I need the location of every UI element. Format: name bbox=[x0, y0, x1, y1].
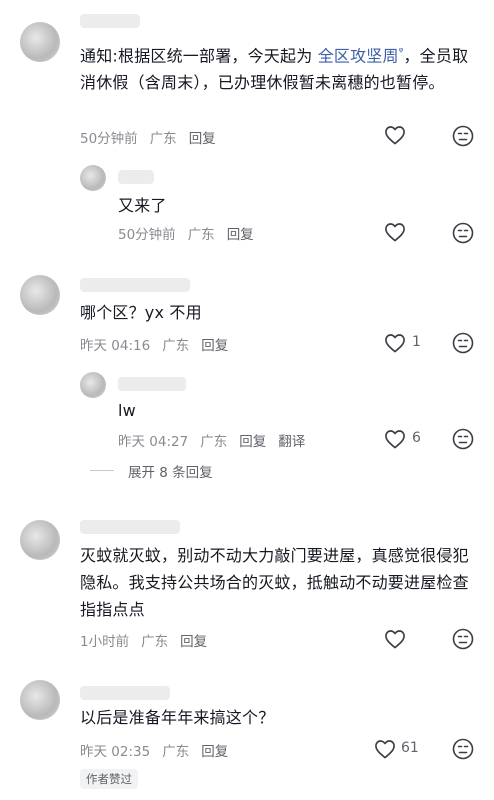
heart-outline-icon[interactable] bbox=[384, 429, 406, 449]
expand-replies-button[interactable]: 展开 8 条回复 bbox=[128, 461, 213, 481]
reply-button[interactable]: 回复 bbox=[201, 338, 228, 354]
like-count: 1 bbox=[412, 334, 421, 350]
search-link[interactable]: 全区攻坚周 bbox=[318, 46, 399, 65]
comment-time: 昨天 02:35 bbox=[80, 744, 151, 760]
username-blurred[interactable] bbox=[118, 170, 154, 184]
comment-time: 昨天 04:27 bbox=[118, 434, 189, 450]
username-blurred[interactable] bbox=[80, 14, 140, 28]
neutral-face-icon[interactable] bbox=[452, 125, 474, 147]
username-blurred[interactable] bbox=[80, 278, 190, 292]
avatar[interactable] bbox=[20, 22, 60, 62]
comment-time: 50分钟前 bbox=[118, 227, 176, 243]
comment-text: 又来了 bbox=[118, 196, 167, 215]
reply-button[interactable]: 回复 bbox=[189, 131, 216, 147]
username-blurred[interactable] bbox=[118, 377, 186, 391]
comment-meta: 昨天 04:16 广东 回复 bbox=[80, 334, 240, 354]
comment-location: 广东 bbox=[187, 227, 215, 243]
comment-text: lw bbox=[118, 401, 136, 420]
comment-text: 哪个区？yx 不用 bbox=[80, 303, 202, 322]
comment-text: 通知:根据区统一部署，今天起为 全区攻坚周ᵠ，全员取消休假（含周末），已办理休假… bbox=[80, 38, 470, 96]
author-liked-badge: 作者赞过 bbox=[80, 769, 138, 789]
heart-outline-icon[interactable] bbox=[384, 333, 406, 353]
avatar[interactable] bbox=[20, 275, 60, 315]
neutral-face-icon[interactable] bbox=[452, 738, 474, 760]
heart-outline-icon[interactable] bbox=[384, 125, 406, 145]
comment-location: 广东 bbox=[141, 634, 169, 650]
like-count: 61 bbox=[401, 740, 419, 756]
avatar[interactable] bbox=[20, 520, 60, 560]
comment-time: 昨天 04:16 bbox=[80, 338, 151, 354]
comment-meta: 50分钟前 广东 回复 bbox=[80, 127, 228, 147]
reply-button[interactable]: 回复 bbox=[201, 744, 228, 760]
comment-text: 灭蚊就灭蚊，别动不动大力敲门要进屋，真感觉很侵犯隐私。我支持公共场合的灭蚊，抵触… bbox=[80, 546, 469, 619]
like-count: 6 bbox=[412, 430, 421, 446]
username-blurred[interactable] bbox=[80, 686, 170, 700]
expand-divider bbox=[90, 470, 114, 471]
neutral-face-icon[interactable] bbox=[452, 628, 474, 650]
comment-location: 广东 bbox=[149, 131, 177, 147]
reply-button[interactable]: 回复 bbox=[180, 634, 207, 650]
avatar[interactable] bbox=[80, 372, 106, 398]
neutral-face-icon[interactable] bbox=[452, 428, 474, 450]
heart-outline-icon[interactable] bbox=[374, 739, 396, 759]
avatar[interactable] bbox=[80, 165, 106, 191]
comment-location: 广东 bbox=[162, 744, 190, 760]
comment-meta: 昨天 02:35 广东 回复 bbox=[80, 740, 240, 760]
comment-location: 广东 bbox=[162, 338, 190, 354]
comment-time: 50分钟前 bbox=[80, 131, 138, 147]
reply-button[interactable]: 回复 bbox=[227, 227, 254, 243]
comment-meta: 1小时前 广东 回复 bbox=[80, 630, 219, 650]
comment-meta: 50分钟前 广东 回复 bbox=[118, 223, 266, 243]
comment-location: 广东 bbox=[200, 434, 228, 450]
reply-button[interactable]: 回复 bbox=[239, 434, 266, 450]
comment-text-prefix: 通知:根据区统一部署，今天起为 bbox=[80, 46, 318, 66]
translate-button[interactable]: 翻译 bbox=[278, 434, 305, 450]
comment-text: 以后是准备年年来搞这个？ bbox=[80, 708, 275, 727]
heart-outline-icon[interactable] bbox=[384, 222, 406, 242]
heart-outline-icon[interactable] bbox=[384, 629, 406, 649]
comment-time: 1小时前 bbox=[80, 634, 130, 650]
neutral-face-icon[interactable] bbox=[452, 222, 474, 244]
comment-meta: 昨天 04:27 广东 回复 翻译 bbox=[118, 430, 317, 450]
avatar[interactable] bbox=[20, 680, 60, 720]
neutral-face-icon[interactable] bbox=[452, 332, 474, 354]
username-blurred[interactable] bbox=[80, 520, 180, 534]
